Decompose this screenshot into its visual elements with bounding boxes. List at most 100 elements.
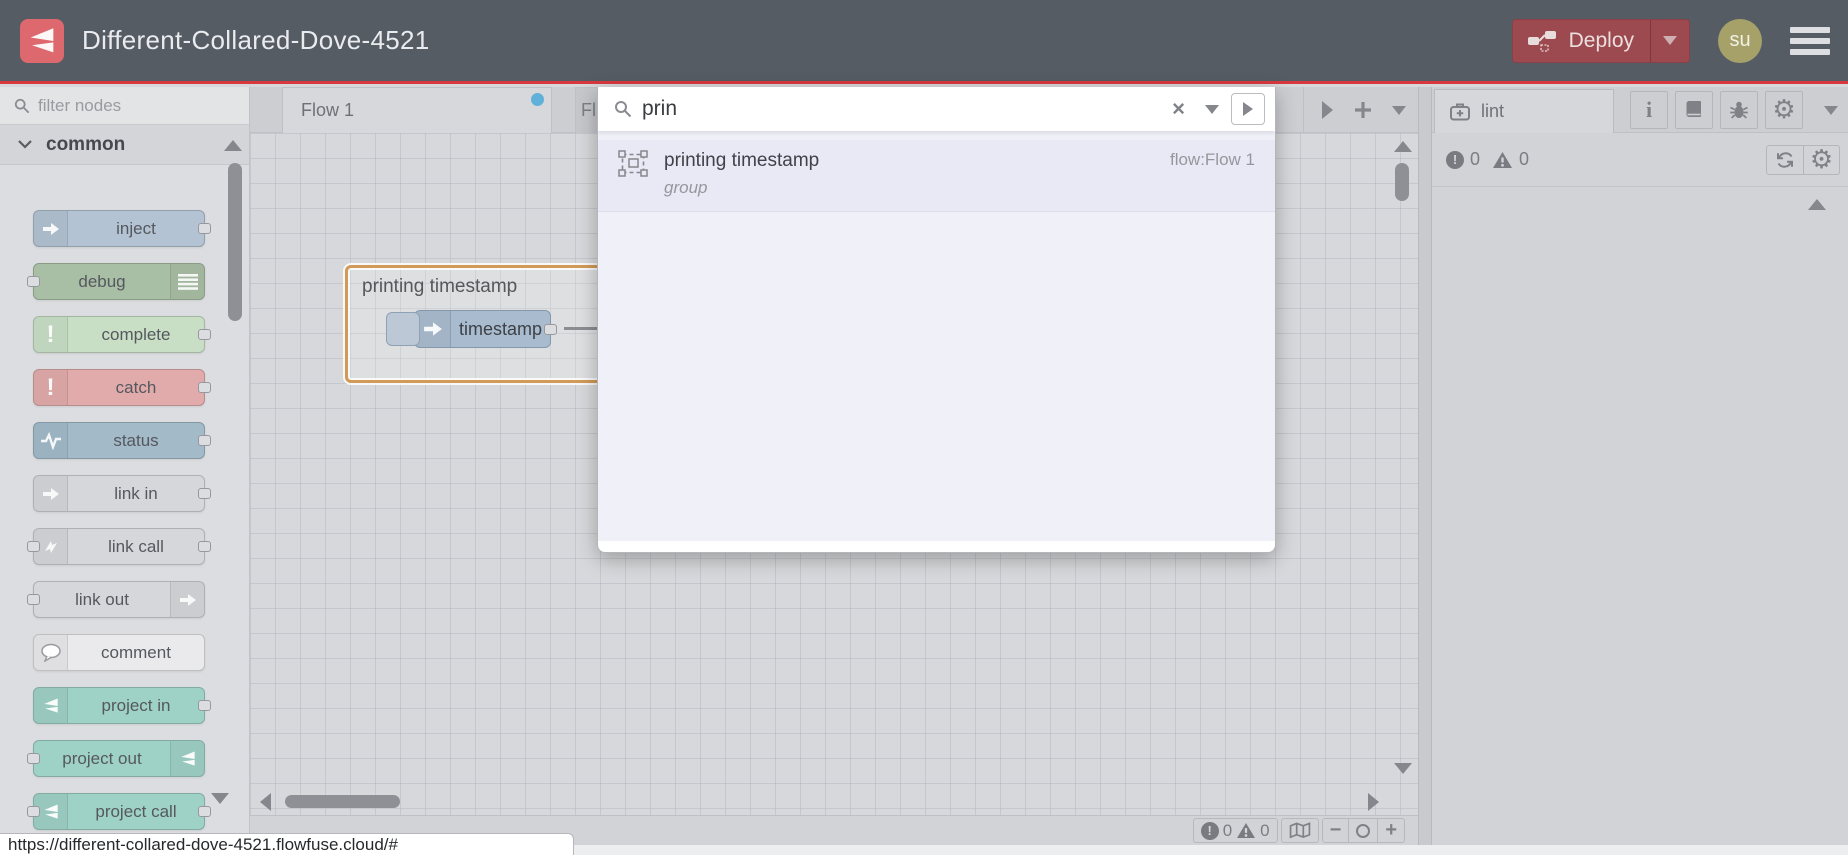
search-icon <box>614 100 632 118</box>
result-title: printing timestamp <box>664 150 820 171</box>
sidebar-tab-lint[interactable]: lint <box>1434 89 1614 133</box>
sidebar-splitter[interactable] <box>1418 87 1432 845</box>
settings-tab-button[interactable]: ⚙ <box>1765 91 1803 129</box>
search-history-button[interactable] <box>1231 93 1265 125</box>
search-options-icon[interactable] <box>1199 99 1221 119</box>
lint-toolbar: ! 0 0 ⚙ <box>1432 133 1848 187</box>
status-pulse-icon <box>34 423 68 458</box>
palette-node-complete[interactable]: ! complete <box>33 316 211 353</box>
add-flow-button[interactable] <box>1354 101 1372 119</box>
search-input-row: × <box>598 87 1275 131</box>
output-port <box>198 223 211 234</box>
map-icon <box>1289 822 1310 839</box>
inject-trigger-button[interactable] <box>386 312 420 346</box>
help-tab-button[interactable] <box>1675 91 1713 129</box>
output-port <box>198 329 211 340</box>
gear-icon: ⚙ <box>1809 144 1834 175</box>
deploy-options-button[interactable] <box>1650 19 1689 62</box>
group-icon <box>618 150 648 177</box>
refresh-icon <box>1777 151 1793 168</box>
input-port <box>27 276 40 287</box>
zoom-reset-button[interactable] <box>1348 819 1377 842</box>
palette-scrollbar-thumb[interactable] <box>228 163 242 321</box>
lint-warning-count: 0 <box>1519 149 1530 169</box>
node-label: timestamp <box>458 318 543 339</box>
inject-arrow-icon <box>415 311 451 347</box>
exclamation-icon: ! <box>34 317 68 352</box>
palette-node-list: inject debug ! complete ! catch status l… <box>0 165 249 830</box>
zoom-out-button[interactable]: − <box>1323 819 1349 842</box>
error-icon: ! <box>1200 821 1219 840</box>
debug-tab-button[interactable] <box>1720 91 1758 129</box>
canvas-scroll-right-icon[interactable] <box>1368 793 1379 811</box>
result-type: group <box>664 178 708 197</box>
output-port <box>198 435 211 446</box>
user-avatar[interactable]: su <box>1718 18 1762 63</box>
lint-refresh-button[interactable] <box>1767 146 1803 174</box>
link-arrow-icon <box>34 476 68 511</box>
link-arrow-icon <box>170 582 204 617</box>
comment-bubble-icon <box>34 635 68 670</box>
book-icon <box>1686 101 1701 117</box>
lint-settings-button[interactable]: ⚙ <box>1803 144 1839 175</box>
palette-node-catch[interactable]: ! catch <box>33 369 211 406</box>
palette-node-link-call[interactable]: link call <box>27 528 211 565</box>
node-palette: common inject debug ! <box>0 87 250 845</box>
palette-node-inject[interactable]: inject <box>33 210 211 247</box>
palette-node-project-in[interactable]: project in <box>33 687 211 724</box>
output-port[interactable] <box>544 324 557 335</box>
output-port <box>198 806 211 817</box>
palette-filter-row <box>0 87 249 125</box>
palette-node-project-out[interactable]: project out <box>27 740 205 777</box>
scroll-tabs-right-icon[interactable] <box>1322 101 1333 119</box>
output-port <box>198 488 211 499</box>
palette-node-debug[interactable]: debug <box>27 263 205 300</box>
canvas-scroll-up-icon[interactable] <box>1394 141 1412 152</box>
modified-dot <box>531 93 544 106</box>
palette-category-common[interactable]: common <box>0 125 249 165</box>
palette-node-status[interactable]: status <box>33 422 211 459</box>
search-result-item[interactable]: printing timestamp group flow:Flow 1 <box>598 140 1275 212</box>
palette-node-link-out[interactable]: link out <box>27 581 205 618</box>
canvas-scroll-down-icon[interactable] <box>1394 763 1412 774</box>
info-tab-button[interactable]: i <box>1630 91 1668 129</box>
deploy-icon <box>1527 28 1557 54</box>
bug-icon <box>1730 101 1748 119</box>
palette-node-comment[interactable]: comment <box>33 634 205 671</box>
zoom-in-button[interactable]: + <box>1377 819 1404 842</box>
search-dialog: × printing timestamp group <box>597 87 1276 553</box>
zoom-controls: − + <box>1321 818 1405 843</box>
info-icon: i <box>1645 97 1653 122</box>
chevron-down-icon <box>18 140 32 149</box>
main-menu-button[interactable] <box>1790 26 1830 55</box>
group-printing-timestamp[interactable]: printing timestamp timestamp <box>345 265 626 383</box>
flow-list-dropdown-icon[interactable] <box>1392 106 1406 115</box>
lint-summary-button[interactable]: ! 0 0 <box>1192 818 1278 843</box>
warning-count: 0 <box>1260 820 1270 840</box>
flowfuse-logo-icon <box>20 18 64 63</box>
category-label: common <box>46 133 126 155</box>
clear-search-icon[interactable]: × <box>1168 96 1189 122</box>
deploy-button[interactable]: Deploy <box>1511 18 1690 63</box>
flow-tab-1[interactable]: Flow 1 <box>282 87 552 133</box>
zoom-reset-icon <box>1356 823 1371 838</box>
canvas-vscrollbar-thumb[interactable] <box>1395 163 1409 201</box>
sidebar-tab-menu-icon[interactable] <box>1824 106 1838 115</box>
input-port <box>27 541 40 552</box>
palette-scroll-down-icon[interactable] <box>211 793 229 804</box>
inject-node-timestamp[interactable]: timestamp <box>386 310 557 348</box>
error-icon: ! <box>1446 150 1464 169</box>
palette-filter-input[interactable] <box>38 95 208 116</box>
palette-scroll-up-icon[interactable] <box>224 140 242 151</box>
tab-controls <box>1303 87 1418 133</box>
debug-list-icon <box>170 264 204 299</box>
warning-icon <box>1237 822 1256 839</box>
search-input[interactable] <box>642 97 1159 121</box>
canvas-scroll-left-icon[interactable] <box>260 793 271 811</box>
sidebar-scroll-up-icon[interactable] <box>1808 199 1826 210</box>
error-count: 0 <box>1222 820 1233 840</box>
palette-node-link-in[interactable]: link in <box>33 475 211 512</box>
canvas-hscrollbar-thumb[interactable] <box>285 795 400 808</box>
navigator-button[interactable] <box>1280 818 1319 843</box>
palette-node-project-call[interactable]: project call <box>27 793 211 830</box>
